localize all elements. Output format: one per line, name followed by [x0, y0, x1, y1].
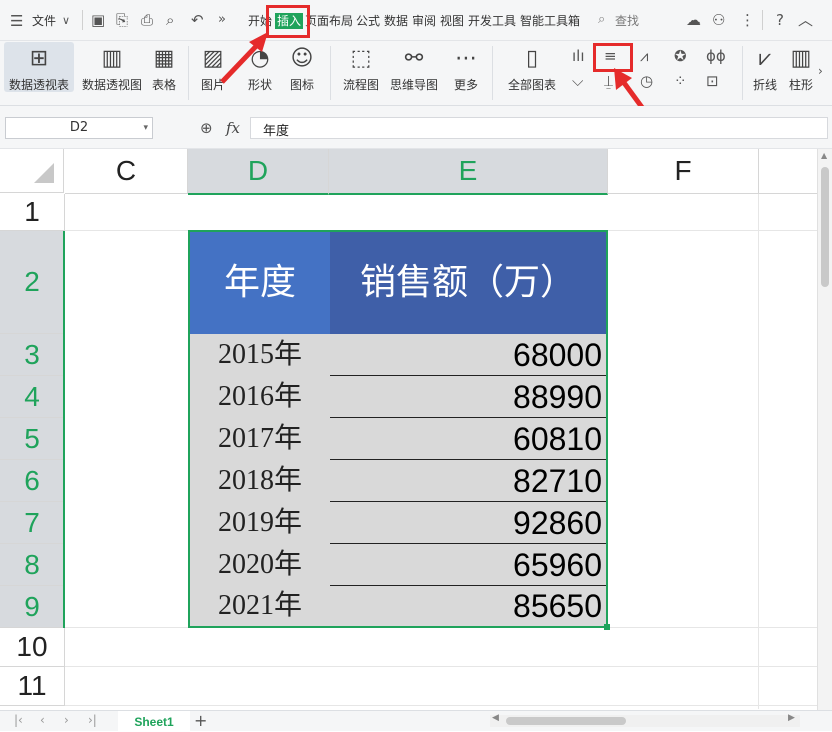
row-header-6[interactable]: 6 [0, 460, 65, 502]
cell-year[interactable]: 2017年 [190, 418, 331, 461]
cell-year[interactable]: 2019年 [190, 502, 331, 545]
select-all-corner[interactable] [0, 149, 64, 193]
row-header-5[interactable]: 5 [0, 418, 65, 460]
row-header-11[interactable]: 11 [0, 667, 65, 706]
row-header-3[interactable]: 3 [0, 334, 65, 376]
column-header-e[interactable]: E [329, 149, 608, 195]
vertical-scroll-thumb[interactable] [821, 167, 829, 287]
row-selection-indicator [63, 231, 65, 628]
scroll-up-icon[interactable]: ▲ [821, 151, 827, 160]
row-header-2[interactable]: 2 [0, 231, 65, 334]
first-sheet-icon[interactable]: |‹ [14, 713, 23, 727]
cell-sales[interactable]: 65960 [330, 544, 606, 586]
sheet-tab-sheet1[interactable]: Sheet1 [118, 711, 190, 731]
row-header-10[interactable]: 10 [0, 628, 65, 667]
row-header-1[interactable]: 1 [0, 194, 65, 231]
row-header-7[interactable]: 7 [0, 502, 65, 544]
cell-sales[interactable]: 68000 [330, 334, 606, 376]
prev-sheet-icon[interactable]: ‹ [40, 713, 45, 727]
name-box-dropdown-icon[interactable]: ▾ [143, 118, 148, 138]
formula-bar: D2 ▾ ⊕ fx 年度 [0, 106, 832, 149]
name-box[interactable]: D2 ▾ [5, 117, 153, 139]
name-box-value: D2 [69, 120, 89, 135]
column-header-f[interactable]: F [608, 149, 759, 194]
cell-year[interactable]: 2021年 [190, 586, 331, 626]
column-header-c[interactable]: C [65, 149, 188, 194]
cell-year[interactable]: 2016年 [190, 376, 331, 419]
cell-sales[interactable]: 88990 [330, 376, 606, 418]
scroll-right-icon[interactable]: ▶ [788, 713, 795, 723]
formula-input[interactable]: 年度 [250, 117, 828, 139]
horizontal-scrollbar[interactable]: ◀ ▶ [490, 713, 800, 727]
next-sheet-icon[interactable]: › [64, 713, 69, 727]
row-header-4[interactable]: 4 [0, 376, 65, 418]
cell-year[interactable]: 2015年 [190, 334, 331, 377]
last-sheet-icon[interactable]: ›| [88, 713, 97, 727]
data-table: 年度 销售额（万） 2015年 68000 2016年 88990 2017年 … [188, 230, 608, 628]
column-header-d[interactable]: D [188, 149, 329, 195]
vertical-scrollbar[interactable]: ▲ [817, 149, 832, 710]
fx-icon[interactable]: fx [226, 119, 240, 137]
cell-year[interactable]: 2020年 [190, 544, 331, 587]
sheet-tab-bar: |‹ ‹ › ›| Sheet1 + ◀ ▶ [0, 710, 832, 731]
gridline [65, 705, 832, 706]
table-header-year[interactable]: 年度 [190, 232, 330, 334]
table-header-sales[interactable]: 销售额（万） [330, 232, 606, 334]
sheet-tab-label: Sheet1 [134, 715, 174, 729]
cell-sales[interactable]: 92860 [330, 502, 606, 544]
cell-year[interactable]: 2018年 [190, 460, 331, 503]
formula-content: 年度 [263, 124, 290, 139]
column-header-g[interactable] [759, 149, 817, 194]
gridline [65, 666, 832, 667]
gridline [758, 194, 759, 709]
row-header-8[interactable]: 8 [0, 544, 65, 586]
row-header-9[interactable]: 9 [0, 586, 65, 628]
cell-sales[interactable]: 60810 [330, 418, 606, 460]
select-all-triangle-icon [34, 163, 54, 183]
cell-sales[interactable]: 85650 [330, 586, 606, 626]
fill-handle[interactable] [604, 624, 610, 630]
add-sheet-icon[interactable]: + [194, 711, 207, 730]
scroll-left-icon[interactable]: ◀ [492, 713, 499, 723]
cell-sales[interactable]: 82710 [330, 460, 606, 502]
horizontal-scroll-thumb[interactable] [506, 717, 626, 725]
zoom-formula-icon[interactable]: ⊕ [200, 120, 213, 136]
arrow-to-insert-tab [220, 32, 268, 84]
